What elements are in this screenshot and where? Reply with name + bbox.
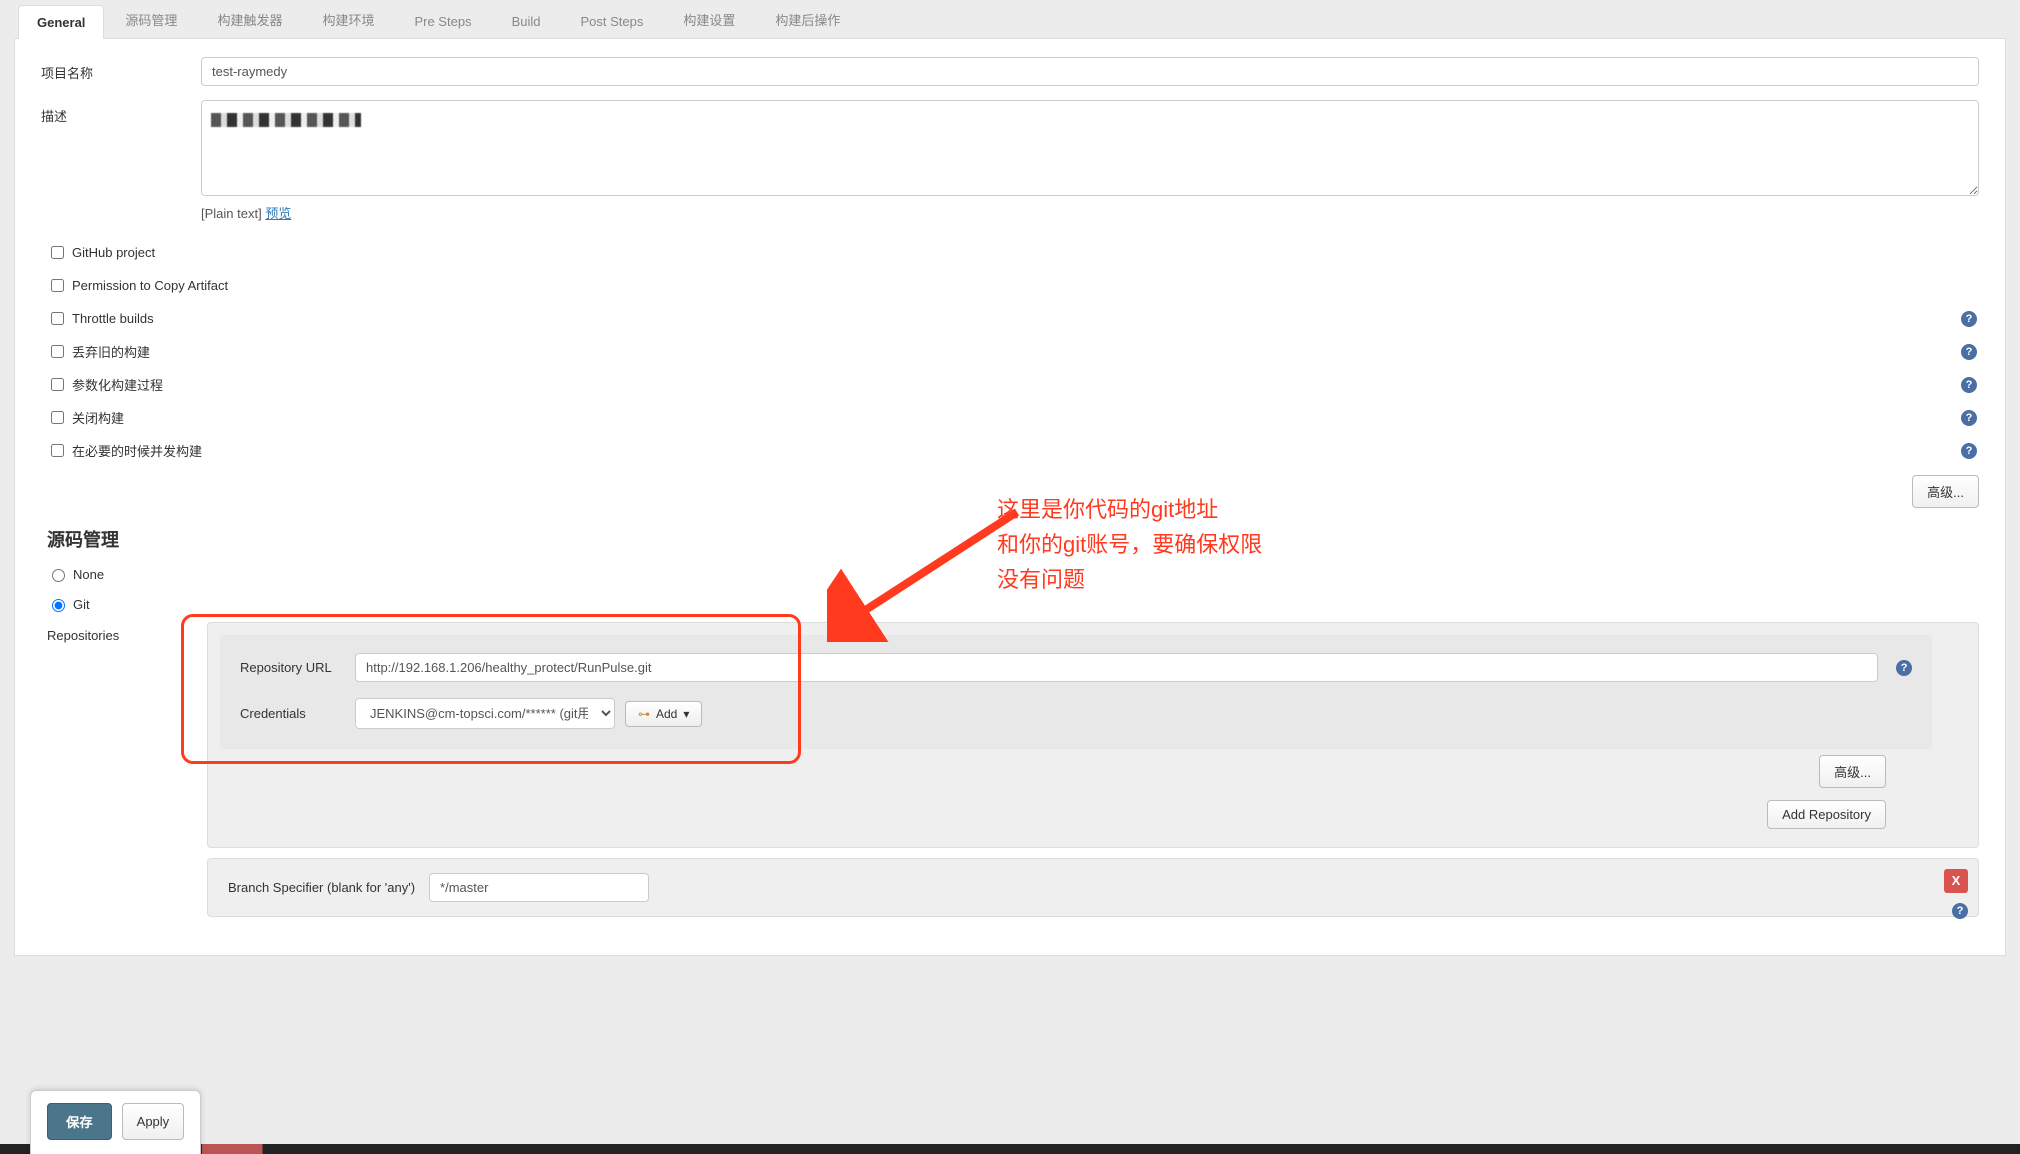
help-icon[interactable]: ? bbox=[1961, 377, 1977, 393]
add-repository-button[interactable]: Add Repository bbox=[1767, 800, 1886, 829]
disable-label: 关闭构建 bbox=[72, 408, 124, 427]
tab-build[interactable]: Build bbox=[493, 4, 560, 38]
tab-postops[interactable]: 构建后操作 bbox=[756, 0, 859, 38]
throttle-label: Throttle builds bbox=[72, 311, 154, 326]
help-icon[interactable]: ? bbox=[1961, 410, 1977, 426]
github-project-checkbox[interactable] bbox=[51, 246, 64, 259]
discard-old-checkbox[interactable] bbox=[51, 345, 64, 358]
github-project-label: GitHub project bbox=[72, 245, 155, 260]
description-textarea[interactable] bbox=[201, 100, 1979, 196]
help-icon[interactable]: ? bbox=[1961, 443, 1977, 459]
description-label: 描述 bbox=[41, 100, 201, 125]
parameterized-label: 参数化构建过程 bbox=[72, 375, 163, 394]
tab-scm[interactable]: 源码管理 bbox=[106, 0, 196, 38]
repo-advanced-button[interactable]: 高级... bbox=[1819, 755, 1886, 788]
concurrent-label: 在必要的时候并发构建 bbox=[72, 441, 202, 460]
repo-url-label: Repository URL bbox=[240, 660, 355, 675]
scm-git-radio[interactable] bbox=[52, 599, 65, 612]
permission-copy-label: Permission to Copy Artifact bbox=[72, 278, 228, 293]
action-bar: 保存 Apply bbox=[30, 1090, 201, 1154]
help-icon[interactable]: ? bbox=[1961, 311, 1977, 327]
general-advanced-button[interactable]: 高级... bbox=[1912, 475, 1979, 508]
repositories-label: Repositories bbox=[47, 622, 207, 917]
permission-copy-checkbox[interactable] bbox=[51, 279, 64, 292]
help-icon[interactable]: ? bbox=[1961, 344, 1977, 360]
scm-none-radio[interactable] bbox=[52, 569, 65, 582]
concurrent-checkbox[interactable] bbox=[51, 444, 64, 457]
branch-panel: X ? Branch Specifier (blank for 'any') bbox=[207, 858, 1979, 917]
help-icon[interactable]: ? bbox=[1896, 660, 1912, 676]
key-icon: ⊶ bbox=[638, 707, 650, 721]
project-name-input[interactable] bbox=[201, 57, 1979, 86]
add-credentials-button[interactable]: ⊶ Add ▾ bbox=[625, 701, 702, 727]
discard-old-label: 丢弃旧的构建 bbox=[72, 342, 150, 361]
remove-branch-button[interactable]: X bbox=[1944, 869, 1968, 893]
description-redacted bbox=[211, 113, 361, 127]
disable-checkbox[interactable] bbox=[51, 411, 64, 424]
preview-link[interactable]: 预览 bbox=[265, 206, 291, 221]
branch-specifier-input[interactable] bbox=[429, 873, 649, 902]
help-icon[interactable]: ? bbox=[1952, 903, 1968, 919]
tab-env[interactable]: 构建环境 bbox=[303, 0, 393, 38]
throttle-checkbox[interactable] bbox=[51, 312, 64, 325]
credentials-label: Credentials bbox=[240, 706, 355, 721]
save-button[interactable]: 保存 bbox=[47, 1103, 112, 1140]
tab-pre[interactable]: Pre Steps bbox=[395, 4, 490, 38]
scm-none-label: None bbox=[73, 567, 104, 582]
tab-post[interactable]: Post Steps bbox=[561, 4, 662, 38]
project-name-label: 项目名称 bbox=[41, 57, 201, 82]
taskbar-strip bbox=[0, 1144, 2020, 1154]
plaintext-label: [Plain text] bbox=[201, 206, 265, 221]
scm-git-label: Git bbox=[73, 597, 90, 612]
config-tabs: General 源码管理 构建触发器 构建环境 Pre Steps Build … bbox=[14, 0, 2006, 39]
branch-specifier-label: Branch Specifier (blank for 'any') bbox=[228, 880, 415, 895]
credentials-select[interactable]: JENKINS@cm-topsci.com/****** (git用户) bbox=[355, 698, 615, 729]
tab-settings[interactable]: 构建设置 bbox=[664, 0, 754, 38]
parameterized-checkbox[interactable] bbox=[51, 378, 64, 391]
annotation-callout: 这里是你代码的git地址 和你的git账号，要确保权限 没有问题 bbox=[997, 492, 1262, 598]
apply-button[interactable]: Apply bbox=[122, 1103, 185, 1140]
tab-general[interactable]: General bbox=[18, 5, 104, 39]
tab-triggers[interactable]: 构建触发器 bbox=[198, 0, 301, 38]
chevron-down-icon: ▾ bbox=[683, 707, 689, 721]
repository-panel: Repository URL ? Credentials bbox=[207, 622, 1979, 848]
repo-url-input[interactable] bbox=[355, 653, 1878, 682]
